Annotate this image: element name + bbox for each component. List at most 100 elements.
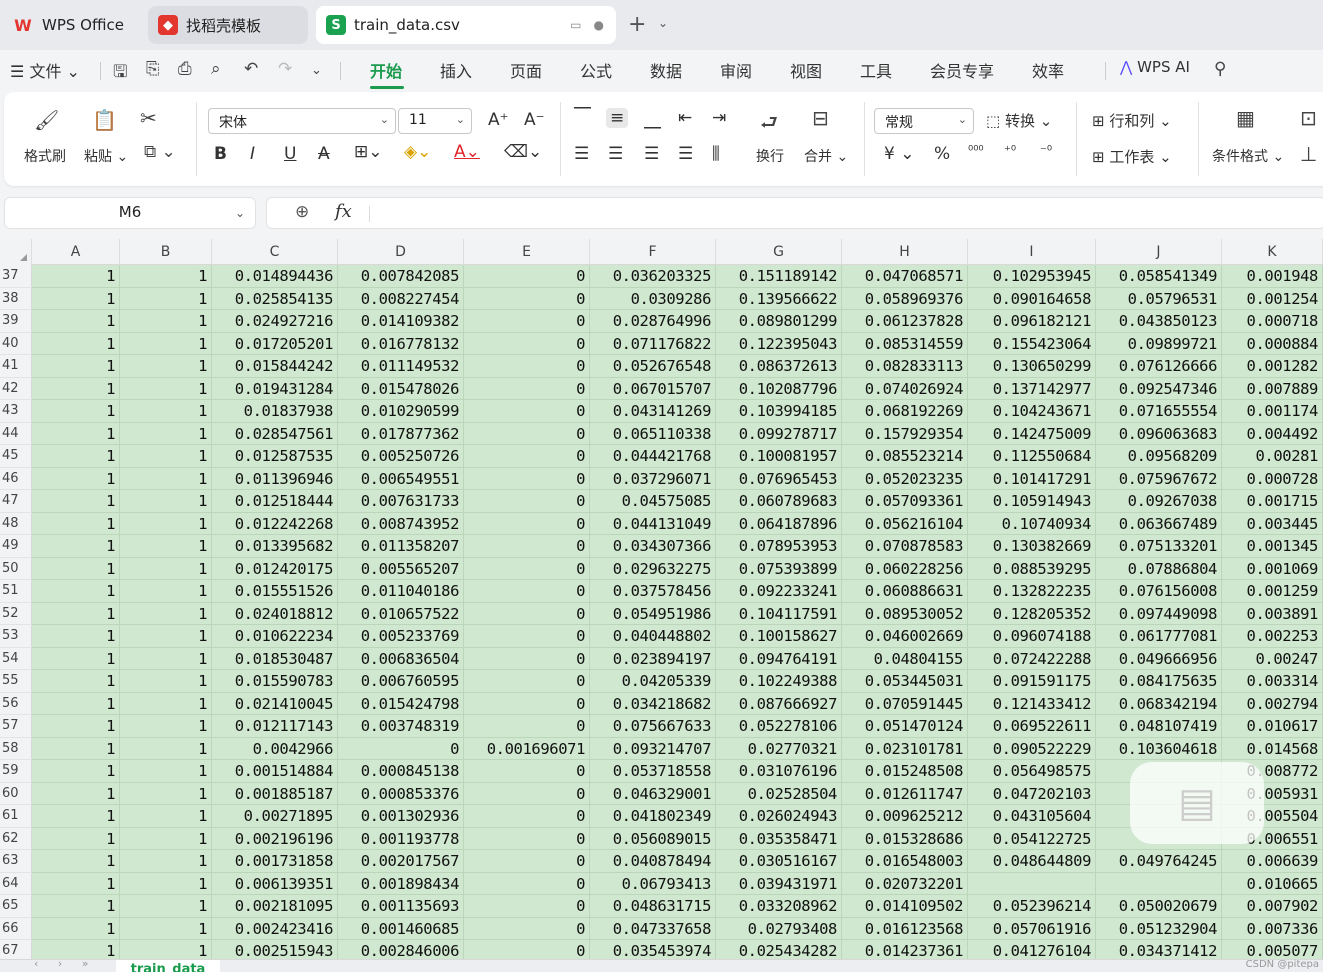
cell-g42[interactable]: 0.102087796 bbox=[716, 377, 842, 400]
cell-f59[interactable]: 0.053718558 bbox=[590, 760, 716, 783]
cell-h59[interactable]: 0.015248508 bbox=[842, 760, 968, 783]
cell-i44[interactable]: 0.142475009 bbox=[968, 422, 1096, 445]
cell-c67[interactable]: 0.002515943 bbox=[212, 940, 338, 959]
cell-f61[interactable]: 0.041802349 bbox=[590, 805, 716, 828]
cell-e58[interactable]: 0.001696071 bbox=[464, 737, 590, 760]
cell-e41[interactable]: 0 bbox=[464, 355, 590, 378]
cell-d39[interactable]: 0.014109382 bbox=[338, 310, 464, 333]
cell-j56[interactable]: 0.068342194 bbox=[1096, 692, 1222, 715]
cut-icon[interactable]: ✂ bbox=[140, 106, 157, 130]
column-header-c[interactable]: C bbox=[212, 239, 338, 265]
cell-g54[interactable]: 0.094764191 bbox=[716, 647, 842, 670]
cell-a41[interactable]: 1 bbox=[32, 355, 120, 378]
cell-k48[interactable]: 0.003445 bbox=[1222, 512, 1323, 535]
cell-a50[interactable]: 1 bbox=[32, 557, 120, 580]
cell-i67[interactable]: 0.041276104 bbox=[968, 940, 1096, 959]
sheet-nav-arrows-icon[interactable]: ‹ › » bbox=[34, 960, 97, 970]
file-menu[interactable]: ☰ 文件 ⌄ bbox=[10, 58, 80, 82]
cell-b54[interactable]: 1 bbox=[120, 647, 212, 670]
cell-c40[interactable]: 0.017205201 bbox=[212, 332, 338, 355]
cell-h43[interactable]: 0.068192269 bbox=[842, 400, 968, 423]
cell-i63[interactable]: 0.048644809 bbox=[968, 850, 1096, 873]
cell-e55[interactable]: 0 bbox=[464, 670, 590, 693]
cell-g45[interactable]: 0.100081957 bbox=[716, 445, 842, 468]
fill-color-icon[interactable]: ◈⌄ bbox=[404, 142, 431, 162]
cell-j50[interactable]: 0.07886804 bbox=[1096, 557, 1222, 580]
cell-i39[interactable]: 0.096182121 bbox=[968, 310, 1096, 333]
cell-j40[interactable]: 0.09899721 bbox=[1096, 332, 1222, 355]
cell-j42[interactable]: 0.092547346 bbox=[1096, 377, 1222, 400]
cell-h45[interactable]: 0.085523214 bbox=[842, 445, 968, 468]
cell-a60[interactable]: 1 bbox=[32, 782, 120, 805]
cell-h55[interactable]: 0.053445031 bbox=[842, 670, 968, 693]
cell-j49[interactable]: 0.075133201 bbox=[1096, 535, 1222, 558]
cell-e40[interactable]: 0 bbox=[464, 332, 590, 355]
cell-e48[interactable]: 0 bbox=[464, 512, 590, 535]
cell-h60[interactable]: 0.012611747 bbox=[842, 782, 968, 805]
row-header[interactable]: 40 bbox=[0, 332, 32, 355]
cell-a46[interactable]: 1 bbox=[32, 467, 120, 490]
styles-icon[interactable]: ⊡ bbox=[1300, 106, 1317, 130]
column-header-e[interactable]: E bbox=[464, 239, 590, 265]
cell-j47[interactable]: 0.09267038 bbox=[1096, 490, 1222, 513]
cell-f60[interactable]: 0.046329001 bbox=[590, 782, 716, 805]
cell-f63[interactable]: 0.040878494 bbox=[590, 850, 716, 873]
cell-g63[interactable]: 0.030516167 bbox=[716, 850, 842, 873]
wps-ai-button[interactable]: ⋀ WPS AI bbox=[1120, 58, 1190, 76]
cell-k49[interactable]: 0.001345 bbox=[1222, 535, 1323, 558]
cell-b56[interactable]: 1 bbox=[120, 692, 212, 715]
cell-j65[interactable]: 0.050020679 bbox=[1096, 895, 1222, 918]
cell-d65[interactable]: 0.001135693 bbox=[338, 895, 464, 918]
cell-c61[interactable]: 0.00271895 bbox=[212, 805, 338, 828]
cell-e62[interactable]: 0 bbox=[464, 827, 590, 850]
monitor-icon[interactable]: ▭ bbox=[570, 18, 581, 32]
italic-icon[interactable]: I bbox=[250, 144, 255, 164]
cell-k37[interactable]: 0.001948 bbox=[1222, 265, 1323, 288]
row-header[interactable]: 52 bbox=[0, 602, 32, 625]
cell-k40[interactable]: 0.000884 bbox=[1222, 332, 1323, 355]
cell-b52[interactable]: 1 bbox=[120, 602, 212, 625]
align-top-icon[interactable]: ⎺ bbox=[574, 106, 591, 126]
cell-k54[interactable]: 0.00247 bbox=[1222, 647, 1323, 670]
cell-a61[interactable]: 1 bbox=[32, 805, 120, 828]
cell-i59[interactable]: 0.056498575 bbox=[968, 760, 1096, 783]
cell-h41[interactable]: 0.082833113 bbox=[842, 355, 968, 378]
column-header-j[interactable]: J bbox=[1096, 239, 1222, 265]
cell-k39[interactable]: 0.000718 bbox=[1222, 310, 1323, 333]
cell-b58[interactable]: 1 bbox=[120, 737, 212, 760]
cell-g39[interactable]: 0.089801299 bbox=[716, 310, 842, 333]
cell-d43[interactable]: 0.010290599 bbox=[338, 400, 464, 423]
row-header[interactable]: 41 bbox=[0, 355, 32, 378]
cell-j58[interactable]: 0.103604618 bbox=[1096, 737, 1222, 760]
cell-a44[interactable]: 1 bbox=[32, 422, 120, 445]
cell-j52[interactable]: 0.097449098 bbox=[1096, 602, 1222, 625]
increase-indent-icon[interactable]: ⇥ bbox=[712, 108, 726, 128]
cell-i50[interactable]: 0.088539295 bbox=[968, 557, 1096, 580]
cell-e44[interactable]: 0 bbox=[464, 422, 590, 445]
align-bottom-icon[interactable]: ⎽ bbox=[644, 110, 661, 130]
print-preview-icon[interactable]: ⌕ bbox=[211, 59, 221, 79]
menu-page[interactable]: 页面 bbox=[510, 58, 542, 82]
cell-h53[interactable]: 0.046002669 bbox=[842, 625, 968, 648]
cell-h50[interactable]: 0.060228256 bbox=[842, 557, 968, 580]
cell-e49[interactable]: 0 bbox=[464, 535, 590, 558]
cell-b45[interactable]: 1 bbox=[120, 445, 212, 468]
cell-h63[interactable]: 0.016548003 bbox=[842, 850, 968, 873]
cell-b53[interactable]: 1 bbox=[120, 625, 212, 648]
cell-c58[interactable]: 0.0042966 bbox=[212, 737, 338, 760]
cell-a43[interactable]: 1 bbox=[32, 400, 120, 423]
fx-icon[interactable]: fx bbox=[335, 201, 352, 222]
cell-h42[interactable]: 0.074026924 bbox=[842, 377, 968, 400]
cell-k38[interactable]: 0.001254 bbox=[1222, 287, 1323, 310]
cell-a45[interactable]: 1 bbox=[32, 445, 120, 468]
cell-a64[interactable]: 1 bbox=[32, 872, 120, 895]
cell-g56[interactable]: 0.087666927 bbox=[716, 692, 842, 715]
cell-e51[interactable]: 0 bbox=[464, 580, 590, 603]
cell-b41[interactable]: 1 bbox=[120, 355, 212, 378]
cell-a39[interactable]: 1 bbox=[32, 310, 120, 333]
cell-c43[interactable]: 0.01837938 bbox=[212, 400, 338, 423]
cell-b55[interactable]: 1 bbox=[120, 670, 212, 693]
cell-e37[interactable]: 0 bbox=[464, 265, 590, 288]
row-header[interactable]: 67 bbox=[0, 940, 32, 959]
cell-g37[interactable]: 0.151189142 bbox=[716, 265, 842, 288]
